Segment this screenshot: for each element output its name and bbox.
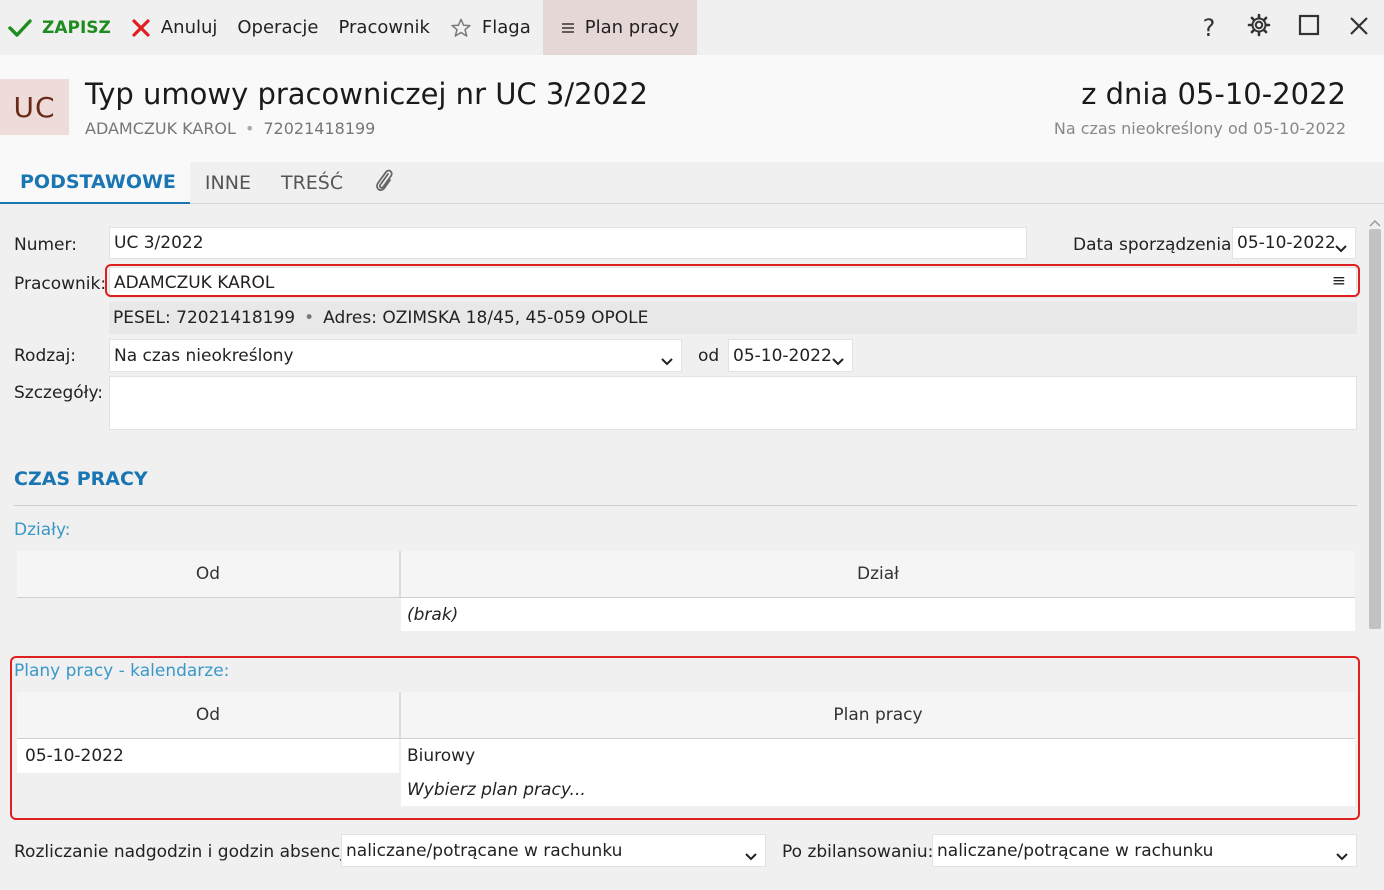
menu-icon — [561, 22, 575, 34]
employee-label: Pracownik: — [14, 274, 107, 294]
close-window-icon — [1349, 14, 1369, 42]
header-date: z dnia 05-10-2022 — [1081, 77, 1346, 111]
number-value: UC 3/2022 — [114, 233, 204, 253]
table-cell-od: 05-10-2022 — [17, 739, 399, 773]
column-header-dzial[interactable]: Dział — [399, 551, 1355, 597]
departments-label: Działy: — [14, 520, 71, 540]
employee-menu[interactable]: Pracownik — [328, 0, 439, 55]
close-button[interactable] — [1334, 0, 1384, 55]
close-icon — [131, 18, 151, 38]
overtime-value: naliczane/potrącane w rachunku — [346, 840, 623, 861]
departments-table: Od Dział (brak) — [17, 551, 1355, 631]
employee-value: ADAMCZUK KAROL — [114, 272, 275, 293]
window-controls: ? — [1184, 0, 1384, 55]
chevron-down-icon — [745, 846, 757, 866]
cancel-label: Anuluj — [160, 17, 218, 38]
paperclip-icon — [373, 167, 395, 200]
chevron-down-icon — [661, 351, 673, 371]
overtime-select[interactable]: naliczane/potrącane w rachunku — [341, 834, 766, 867]
cancel-button[interactable]: Anuluj — [121, 0, 228, 55]
chevron-down-icon — [1336, 846, 1348, 866]
plans-table: Od Plan pracy 05-10-2022 Biurowy Wybierz… — [17, 692, 1355, 806]
plan-button[interactable]: Plan pracy — [542, 0, 698, 55]
header-employee-id: 72021418199 — [263, 119, 376, 138]
settings-button[interactable] — [1234, 0, 1284, 55]
info-separator: • — [304, 308, 315, 328]
plan-label: Plan pracy — [584, 17, 680, 38]
table-cell-od — [17, 773, 399, 806]
star-icon — [450, 17, 472, 39]
scrollbar-thumb[interactable] — [1369, 229, 1381, 629]
table-cell-plan: Biurowy — [401, 739, 1355, 773]
section-divider — [14, 505, 1357, 506]
document-type-badge: UC — [0, 79, 69, 135]
chevron-down-icon — [832, 351, 844, 371]
column-header-plan[interactable]: Plan pracy — [399, 692, 1355, 738]
tab-attachments[interactable] — [358, 162, 410, 204]
balanced-value: naliczane/potrącane w rachunku — [937, 840, 1214, 861]
pesel-value: 72021418199 — [176, 308, 296, 328]
details-textarea[interactable] — [109, 376, 1357, 430]
number-input[interactable]: UC 3/2022 — [109, 227, 1027, 259]
type-select[interactable]: Na czas nieokreślony — [109, 339, 682, 372]
toolbar: ZAPISZ Anuluj Operacje Pracownik Flaga P… — [0, 0, 1384, 55]
employee-info-bar: PESEL: 72021418199 • Adres: OZIMSKA 18/4… — [109, 302, 1357, 334]
created-date-value: 05-10-2022 — [1237, 233, 1336, 253]
operations-label: Operacje — [237, 17, 319, 38]
type-label: Rodzaj: — [14, 346, 77, 366]
maximize-icon — [1298, 14, 1320, 42]
section-title-work-time: CZAS PRACY — [14, 468, 148, 490]
document-header: UC Typ umowy pracowniczej nr UC 3/2022 A… — [0, 55, 1384, 162]
balanced-select[interactable]: naliczane/potrącane w rachunku — [932, 834, 1357, 867]
page-title: Typ umowy pracowniczej nr UC 3/2022 — [85, 77, 648, 111]
gear-icon — [1247, 13, 1271, 43]
overtime-label: Rozliczanie nadgodzin i godzin absencji: — [14, 842, 356, 862]
table-row[interactable]: 05-10-2022 Biurowy — [17, 739, 1355, 773]
help-button[interactable]: ? — [1184, 0, 1234, 55]
from-date-input[interactable]: 05-10-2022 — [728, 339, 853, 372]
tab-podstawowe[interactable]: PODSTAWOWE — [0, 162, 190, 204]
table-row-empty[interactable]: (brak) — [17, 598, 1355, 631]
save-button[interactable]: ZAPISZ — [0, 0, 121, 55]
type-value: Na czas nieokreślony — [114, 345, 294, 366]
table-header: Od Plan pracy — [17, 692, 1355, 739]
address-value: OZIMSKA 18/45, 45-059 OPOLE — [382, 308, 649, 328]
maximize-button[interactable] — [1284, 0, 1334, 55]
empty-placeholder: (brak) — [401, 598, 1355, 631]
flag-label: Flaga — [481, 17, 531, 38]
list-menu-icon[interactable]: ≡ — [1332, 271, 1346, 291]
tab-inne[interactable]: INNE — [190, 162, 266, 204]
save-label: ZAPISZ — [42, 17, 111, 38]
employee-input[interactable]: ADAMCZUK KAROL ≡ — [109, 267, 1357, 298]
pesel-label: PESEL: — [113, 308, 171, 328]
details-label: Szczegóły: — [14, 383, 104, 403]
created-date-input[interactable]: 05-10-2022 — [1232, 227, 1356, 259]
header-employee-name: ADAMCZUK KAROL — [85, 119, 236, 138]
table-row-new[interactable]: Wybierz plan pracy... — [17, 773, 1355, 806]
check-icon — [8, 18, 32, 38]
employee-label: Pracownik — [338, 17, 430, 38]
header-subtitle: ADAMCZUK KAROL • 72021418199 — [85, 119, 375, 138]
vertical-scrollbar[interactable] — [1366, 204, 1384, 890]
column-header-od[interactable]: Od — [17, 692, 399, 738]
tab-tresc[interactable]: TREŚĆ — [266, 162, 358, 204]
plans-label: Plany pracy - kalendarze: — [14, 661, 230, 681]
chevron-down-icon — [1335, 238, 1347, 258]
number-label: Numer: — [14, 235, 77, 255]
separator-dot: • — [244, 119, 255, 138]
tab-bar: PODSTAWOWE INNE TREŚĆ — [0, 162, 1384, 204]
column-header-od[interactable]: Od — [17, 551, 399, 597]
address-label: Adres: — [323, 308, 377, 328]
operations-menu[interactable]: Operacje — [227, 0, 328, 55]
flag-button[interactable]: Flaga — [440, 0, 541, 55]
help-icon: ? — [1202, 13, 1216, 42]
from-label: od — [698, 346, 720, 366]
table-header: Od Dział — [17, 551, 1355, 598]
balanced-label: Po zbilansowaniu: — [782, 842, 934, 862]
header-date-sub: Na czas nieokreślony od 05-10-2022 — [1053, 119, 1346, 138]
from-date-value: 05-10-2022 — [733, 345, 832, 366]
plan-placeholder[interactable]: Wybierz plan pracy... — [401, 773, 1355, 806]
created-date-label: Data sporządzenia: — [1073, 235, 1238, 255]
table-cell-od — [17, 598, 399, 631]
